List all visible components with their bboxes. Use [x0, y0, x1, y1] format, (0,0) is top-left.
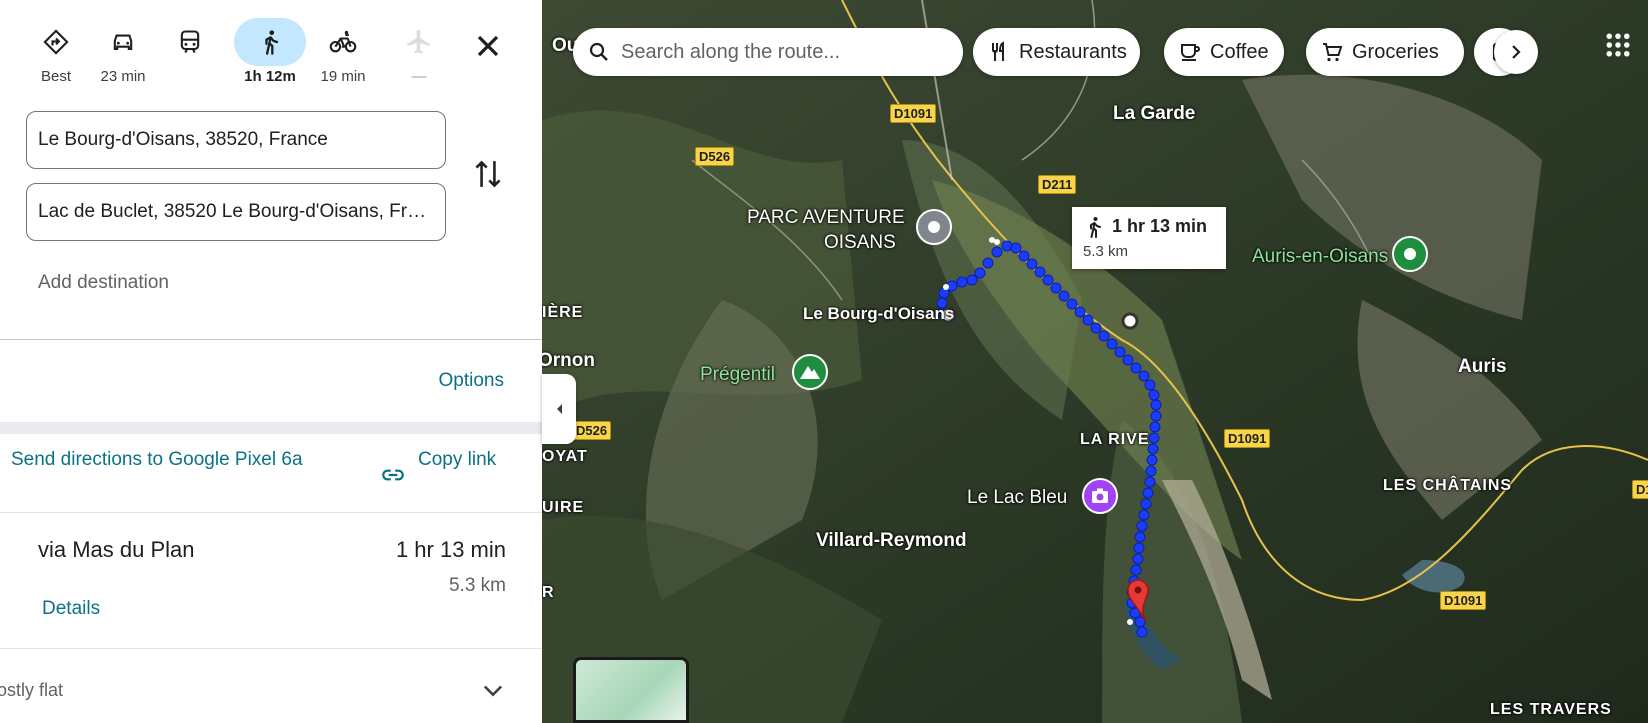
- place-label[interactable]: Le Bourg-d'Oisans: [803, 304, 954, 324]
- options-button[interactable]: Options: [439, 370, 504, 392]
- route-distance: 5.3 km: [448, 575, 506, 596]
- place-label[interactable]: IÈRE: [542, 304, 583, 322]
- place-label[interactable]: Auris-en-Oisans: [1252, 246, 1388, 268]
- mode-car[interactable]: 23 min: [87, 18, 159, 94]
- plane-icon: [399, 24, 439, 60]
- place-label[interactable]: LA RIVE: [1080, 431, 1150, 449]
- mode-label: —: [411, 68, 427, 85]
- directions-panel: Best 23 min 1h 12m 19 min — Le Bourg-d'O…: [0, 0, 542, 723]
- coffee-icon: [1181, 44, 1200, 61]
- swap-origin-destination-button[interactable]: [472, 156, 504, 192]
- road-label: D1091: [1440, 591, 1487, 610]
- chip-label: Restaurants: [1019, 41, 1127, 63]
- travel-mode-bar: Best 23 min 1h 12m 19 min —: [20, 18, 530, 94]
- apps-grid-icon: [1606, 33, 1630, 57]
- chip-coffee[interactable]: Coffee: [1164, 28, 1284, 76]
- section-divider: [0, 422, 542, 434]
- road-label: D1091: [890, 104, 937, 123]
- swap-icon: [475, 160, 501, 188]
- chip-label: Groceries: [1352, 41, 1439, 63]
- place-label[interactable]: PARC AVENTURE: [747, 207, 905, 229]
- place-label[interactable]: R: [542, 584, 555, 602]
- mode-walk[interactable]: 1h 12m: [234, 18, 306, 94]
- place-label[interactable]: LES CHÂTAINS: [1383, 477, 1512, 495]
- chips-next-button[interactable]: [1494, 30, 1538, 74]
- place-label[interactable]: Auris: [1458, 356, 1507, 378]
- callout-distance: 5.3 km: [1083, 243, 1129, 260]
- mode-transit[interactable]: [154, 18, 226, 94]
- road-label: D526: [572, 421, 612, 440]
- walk-icon: [234, 18, 306, 66]
- origin-input[interactable]: Le Bourg-d'Oisans, 38520, France: [26, 111, 446, 169]
- route-duration-callout[interactable]: 1 hr 13 min 5.3 km: [1072, 207, 1226, 269]
- chip-label: Coffee: [1210, 41, 1269, 63]
- walk-icon: [1090, 217, 1101, 238]
- train-icon: [170, 24, 210, 60]
- place-label[interactable]: Prégentil: [700, 364, 775, 386]
- divider: [0, 339, 542, 340]
- place-label[interactable]: Le Lac Bleu: [967, 487, 1067, 509]
- place-label[interactable]: La Garde: [1113, 103, 1195, 125]
- chevron-left-icon: [557, 404, 562, 414]
- send-directions-link[interactable]: Send directions to Google Pixel 6a: [11, 445, 341, 475]
- camera-icon: [1092, 488, 1108, 503]
- cart-icon: [1323, 43, 1343, 62]
- mode-label: 19 min: [320, 68, 366, 85]
- google-maps-directions: Best 23 min 1h 12m 19 min — Le Bourg-d'O…: [0, 0, 1648, 723]
- car-icon: [103, 24, 143, 60]
- road-label: D1091: [1224, 429, 1271, 448]
- search-along-route[interactable]: [573, 28, 963, 76]
- callout-duration: 1 hr 13 min: [1112, 216, 1208, 236]
- directions-icon: [36, 24, 76, 60]
- place-label[interactable]: LES TRAVERS: [1490, 701, 1612, 719]
- search-icon: [589, 42, 608, 61]
- chevron-down-icon: [483, 685, 503, 697]
- road-label: D211: [1038, 175, 1077, 194]
- map-layers-thumbnail[interactable]: [573, 657, 689, 723]
- copy-link-label: Copy link: [418, 449, 497, 470]
- restaurant-icon: [992, 41, 1004, 61]
- mode-label: 23 min: [100, 68, 146, 85]
- add-destination-button[interactable]: Add destination: [38, 272, 169, 294]
- mode-bike[interactable]: 19 min: [307, 18, 379, 94]
- chip-groceries[interactable]: Groceries: [1306, 28, 1464, 76]
- place-label[interactable]: Villard-Reymond: [816, 530, 967, 552]
- map-canvas[interactable]: La Garde PARC AVENTURE OISANS Le Bourg-d…: [542, 0, 1648, 723]
- place-label[interactable]: OYAT: [542, 448, 588, 466]
- town-poi-marker[interactable]: [1392, 236, 1428, 272]
- road-label: D526: [695, 147, 735, 166]
- expand-route-button[interactable]: [478, 676, 510, 704]
- mode-flight[interactable]: —: [383, 18, 455, 94]
- close-icon: [477, 35, 499, 57]
- bicycle-icon: [323, 24, 363, 60]
- route-duration: 1 hr 13 min: [395, 537, 506, 562]
- road-label: D1: [1632, 480, 1648, 499]
- link-icon: [382, 469, 404, 481]
- place-label[interactable]: Ornon: [542, 350, 595, 372]
- place-icon: [928, 221, 940, 233]
- terrain-info: Mostly flat: [0, 680, 64, 700]
- place-icon: [1404, 248, 1416, 260]
- summit-poi-marker[interactable]: [792, 354, 828, 390]
- divider: [0, 648, 542, 649]
- route-name: via Mas du Plan: [38, 537, 195, 562]
- mountain-icon: [800, 366, 820, 379]
- search-along-route-input[interactable]: [621, 28, 951, 76]
- divider: [0, 512, 542, 513]
- lake-poi-marker[interactable]: [1082, 478, 1118, 514]
- close-directions-button[interactable]: [470, 28, 506, 64]
- mode-label: Best: [40, 68, 71, 85]
- place-label[interactable]: UIRE: [542, 499, 584, 517]
- copy-link-button[interactable]: Copy link: [380, 445, 500, 505]
- chevron-right-icon: [1512, 45, 1521, 59]
- park-poi-marker[interactable]: [916, 209, 952, 245]
- collapse-panel-button[interactable]: [542, 374, 576, 444]
- destination-input[interactable]: Lac de Buclet, 38520 Le Bourg-d'Oisans, …: [26, 183, 446, 241]
- mode-label: 1h 12m: [244, 68, 296, 85]
- mode-best[interactable]: Best: [20, 18, 92, 94]
- details-button[interactable]: Details: [42, 598, 100, 620]
- google-apps-button[interactable]: [1603, 30, 1633, 60]
- chip-restaurants[interactable]: Restaurants: [973, 28, 1140, 76]
- place-label[interactable]: OISANS: [824, 232, 896, 254]
